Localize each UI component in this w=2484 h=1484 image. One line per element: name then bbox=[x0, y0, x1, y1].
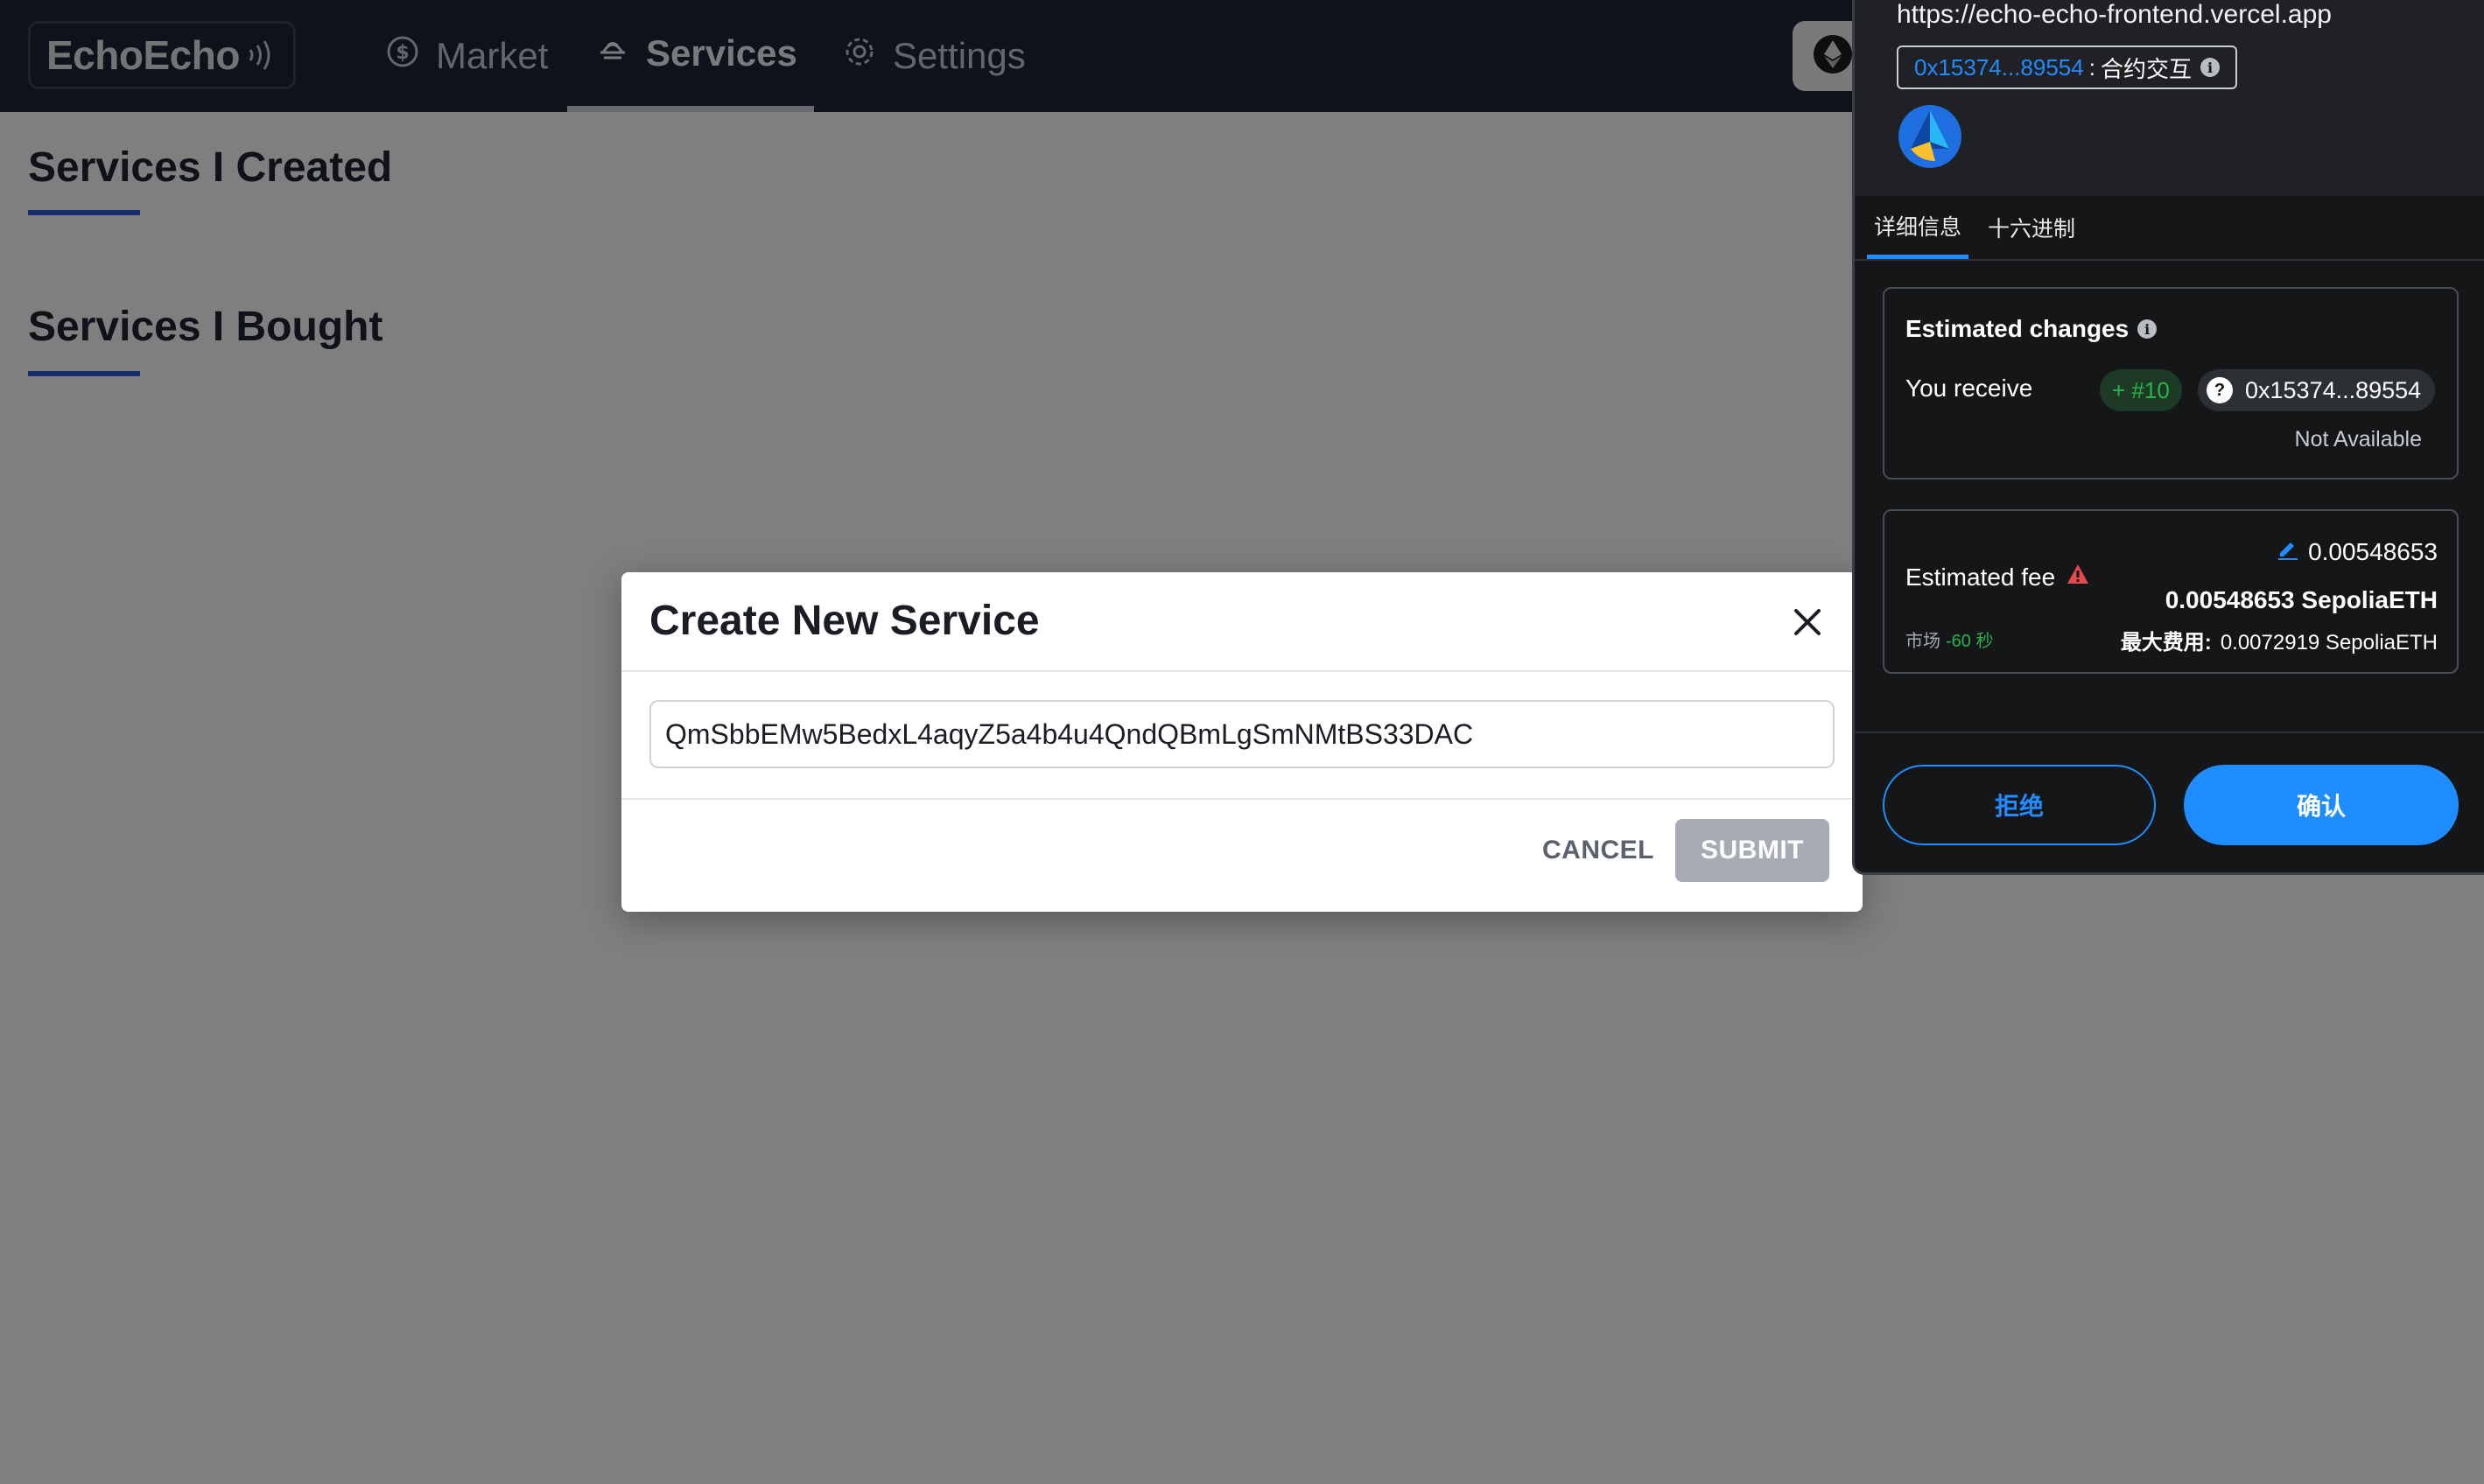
estimated-fee-title: Estimated fee bbox=[1905, 562, 2090, 592]
service-cid-input[interactable] bbox=[649, 700, 1835, 768]
fee-market-row: 市场 -60 秒 bbox=[1905, 626, 1993, 652]
fee-main-value: 0.00548653 SepoliaETH bbox=[2165, 586, 2438, 613]
fee-market-label: 市场 bbox=[1905, 632, 1940, 651]
estimated-changes-title: Estimated changes i bbox=[1905, 315, 2158, 343]
modal-divider bbox=[621, 670, 1863, 672]
tab-hex[interactable]: 十六进制 bbox=[1988, 196, 2075, 259]
fee-max-row: 最大费用: 0.0072919 SepoliaETH bbox=[2121, 625, 2438, 655]
wallet-footer-divider bbox=[1855, 732, 2484, 733]
wallet-confirmation-popup: https://echo-echo-frontend.vercel.app 0x… bbox=[1852, 0, 2484, 875]
question-icon: ? bbox=[2207, 377, 2233, 403]
fee-edit-value: 0.00548653 bbox=[2308, 537, 2438, 565]
confirm-button[interactable]: 确认 bbox=[2184, 765, 2459, 845]
tab-details[interactable]: 详细信息 bbox=[1867, 196, 1968, 259]
wallet-tabs: 详细信息 十六进制 bbox=[1855, 196, 2484, 261]
you-receive-label: You receive bbox=[1905, 374, 2033, 402]
wallet-header: https://echo-echo-frontend.vercel.app 0x… bbox=[1855, 0, 2484, 196]
warning-icon bbox=[2055, 562, 2090, 592]
estimated-fee-label: Estimated fee bbox=[1905, 563, 2056, 591]
info-icon[interactable]: i bbox=[2200, 58, 2220, 77]
info-icon[interactable]: i bbox=[2137, 319, 2158, 339]
contract-separator: : bbox=[2088, 53, 2095, 80]
account-avatar bbox=[1897, 103, 1963, 170]
fee-max-label: 最大费用: bbox=[2120, 631, 2212, 654]
fee-edit-row[interactable]: 0.00548653 bbox=[2277, 537, 2438, 566]
modal-title: Create New Service bbox=[649, 598, 1040, 644]
receive-address-chip[interactable]: ? 0x15374...89554 bbox=[2198, 369, 2436, 411]
estimated-changes-card: Estimated changes i You receive + #10 ? … bbox=[1883, 287, 2459, 480]
fee-market-time: -60 秒 bbox=[1946, 632, 1994, 651]
not-available-text: Not Available bbox=[2294, 427, 2422, 452]
nft-amount-badge: + #10 bbox=[2100, 369, 2182, 411]
fee-max-value: 0.0072919 SepoliaETH bbox=[2220, 631, 2438, 654]
contract-address[interactable]: 0x15374...89554 bbox=[1914, 54, 2084, 81]
reject-button[interactable]: 拒绝 bbox=[1883, 765, 2156, 845]
contract-interaction-pill[interactable]: 0x15374...89554 : 合约交互 i bbox=[1897, 46, 2237, 89]
site-url: https://echo-echo-frontend.vercel.app bbox=[1897, 0, 2332, 29]
modal-divider bbox=[621, 798, 1863, 800]
estimated-changes-label: Estimated changes bbox=[1905, 315, 2130, 342]
receive-address: 0x15374...89554 bbox=[2245, 376, 2422, 403]
contract-interaction-label: 合约交互 bbox=[2100, 55, 2192, 82]
edit-pencil-icon[interactable] bbox=[2277, 537, 2308, 566]
create-service-modal: Create New Service CANCEL SUBMIT bbox=[621, 572, 1863, 912]
submit-button[interactable]: SUBMIT bbox=[1675, 819, 1829, 882]
cancel-button[interactable]: CANCEL bbox=[1532, 819, 1665, 882]
close-icon[interactable] bbox=[1786, 600, 1829, 644]
estimated-fee-card: 0.00548653 Estimated fee 0.00548653 Sepo… bbox=[1883, 509, 2459, 674]
